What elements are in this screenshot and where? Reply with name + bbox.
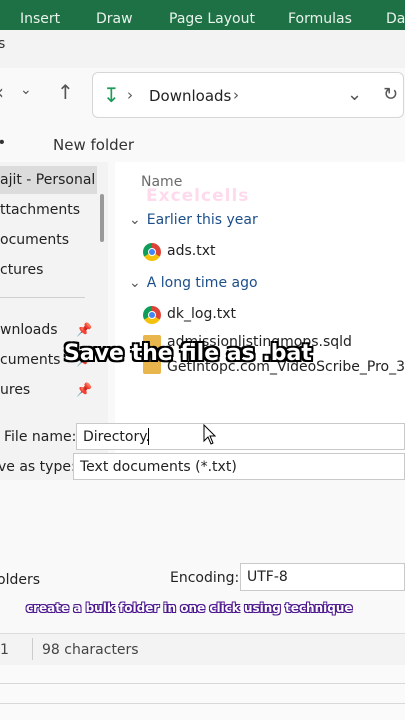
group-label: Earlier this year <box>146 212 258 228</box>
tab-formulas[interactable]: Formulas <box>288 11 352 27</box>
dialog-title: s <box>0 36 6 52</box>
nav-scrollbar[interactable] <box>100 194 104 242</box>
video-caption: Save the file as .bat <box>64 341 312 366</box>
chrome-icon <box>143 243 161 261</box>
pin-icon: 📌 <box>76 382 93 397</box>
status-divider <box>32 638 33 660</box>
download-icon: ↧ <box>103 83 120 107</box>
tab-draw[interactable]: Draw <box>96 11 133 27</box>
command-bar: • New folder <box>0 128 405 162</box>
new-folder-button[interactable]: New folder <box>53 136 134 154</box>
chevron-right-icon: › <box>127 86 133 104</box>
pin-icon: 📌 <box>76 322 93 337</box>
notepad-status-bar: 1 98 characters <box>0 633 405 666</box>
file-name-input[interactable]: Directory. <box>76 423 405 450</box>
file-name-value: Directory. <box>83 429 150 445</box>
group-label: A long time ago <box>146 275 258 291</box>
nav-item-attachments[interactable]: ttachments <box>0 202 80 218</box>
grid-line <box>0 703 405 704</box>
tab-insert[interactable]: Insert <box>20 11 60 27</box>
arrow-up-icon[interactable]: ↑ <box>57 80 74 104</box>
encoding-select[interactable]: UTF-8 <box>240 563 405 591</box>
save-type-select[interactable]: Text documents (*.txt) <box>73 453 405 480</box>
spreadsheet-grid[interactable] <box>0 665 405 720</box>
nav-item-label: ajit - Personal <box>0 172 96 188</box>
nav-item-pictures-pinned[interactable]: ures <box>0 382 30 398</box>
tab-data[interactable]: Da <box>386 11 405 27</box>
ribbon-tabs: Insert Draw Page Layout Formulas Da <box>0 0 405 30</box>
file-name: dk_log.txt <box>167 306 237 322</box>
encoding-value: UTF-8 <box>247 569 288 585</box>
chevron-down-icon[interactable]: ⌄ <box>347 84 362 105</box>
video-subtitle: create a bulk folder in one click using … <box>26 601 353 615</box>
file-name: ads.txt <box>167 243 216 259</box>
refresh-icon[interactable]: ↻ <box>383 84 398 105</box>
grid-line <box>0 683 405 684</box>
more-icon[interactable]: • <box>0 134 5 152</box>
group-header[interactable]: ⌄ A long time ago <box>129 275 258 291</box>
status-characters: 98 characters <box>42 642 139 658</box>
chevron-down-icon[interactable]: ⌄ <box>20 82 32 98</box>
address-row: ‹ ⌄ ↑ ↧ › Downloads › ⌄ ↻ <box>0 68 405 120</box>
hide-folders-button[interactable]: olders <box>0 572 40 588</box>
dialog-titlebar: s <box>0 30 405 68</box>
nav-item-personal[interactable]: ajit - Personal <box>0 166 97 194</box>
save-type-label: ve as type: <box>0 459 76 475</box>
encoding-label: Encoding: <box>170 570 240 586</box>
back-icon[interactable]: ‹ <box>0 80 4 104</box>
group-header[interactable]: ⌄ Earlier this year <box>129 212 258 228</box>
nav-item-documents[interactable]: ocuments <box>0 232 69 248</box>
chevron-down-icon: ⌄ <box>129 212 141 228</box>
address-bar[interactable]: ↧ › Downloads › ⌄ ↻ <box>92 72 404 118</box>
tab-page-layout[interactable]: Page Layout <box>169 11 255 27</box>
nav-item-documents-pinned[interactable]: cuments <box>0 352 60 368</box>
watermark-logo: Excelcells <box>146 186 250 206</box>
nav-item-pictures[interactable]: ctures <box>0 262 43 278</box>
save-dialog: ‹ ⌄ ↑ ↧ › Downloads › ⌄ ↻ • New folder a… <box>0 68 405 543</box>
address-path[interactable]: Downloads <box>149 87 231 105</box>
nav-item-downloads[interactable]: wnloads <box>0 322 58 338</box>
status-line: 1 <box>0 642 9 658</box>
text-caret <box>148 428 149 445</box>
save-type-value: Text documents (*.txt) <box>80 459 237 475</box>
dialog-footer: olders Encoding: UTF-8 <box>0 543 405 633</box>
file-name-label: File name: <box>4 429 77 445</box>
chrome-icon <box>143 306 161 324</box>
nav-divider <box>0 297 85 298</box>
chevron-down-icon: ⌄ <box>129 275 141 291</box>
chevron-right-icon: › <box>233 86 239 104</box>
